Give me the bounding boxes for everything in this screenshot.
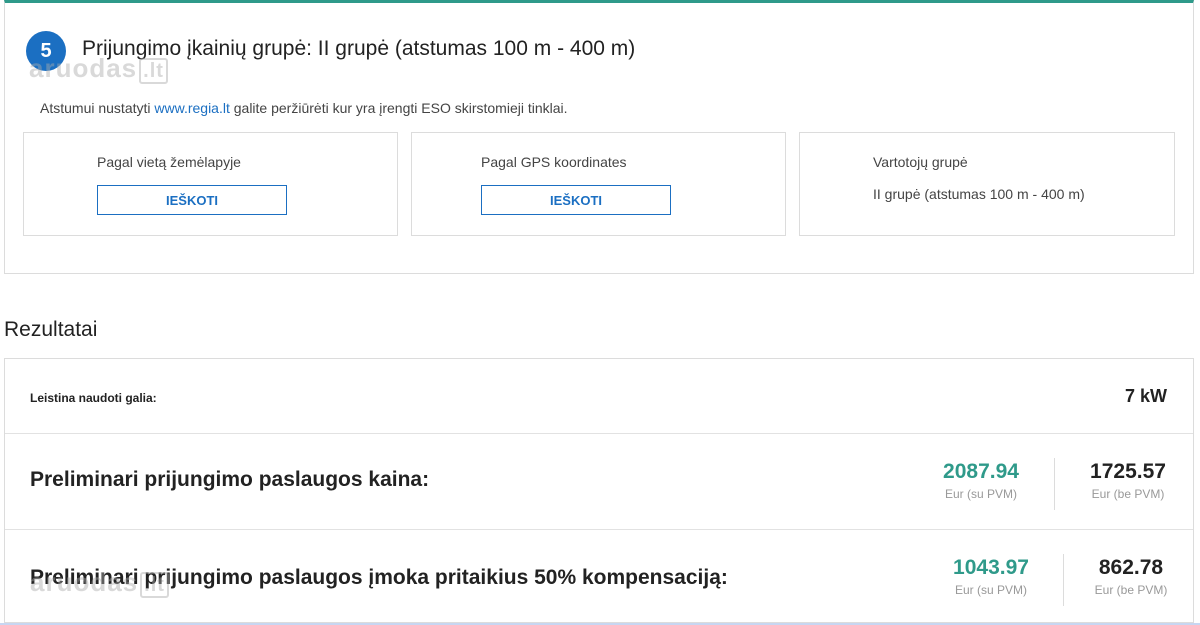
- option-gps-label: Pagal GPS koordinates: [481, 154, 627, 170]
- step-title: Prijungimo įkainių grupė: II grupė (atst…: [82, 37, 636, 60]
- price-without-vat: 1725.57 Eur (be PVM): [1078, 460, 1178, 501]
- distance-hint: Atstumui nustatyti www.regia.lt galite p…: [40, 100, 568, 116]
- compensation-divider: [1063, 554, 1064, 606]
- consumer-group-label: Vartotojų grupė: [873, 154, 968, 170]
- price-row: Preliminari prijungimo paslaugos kaina: …: [5, 434, 1193, 530]
- regia-link[interactable]: www.regia.lt: [154, 100, 229, 116]
- compensation-with-vat-amount: 1043.97: [953, 556, 1029, 579]
- search-gps-button[interactable]: IEŠKOTI: [481, 185, 671, 215]
- compensation-without-vat-caption: Eur (be PVM): [1094, 583, 1168, 597]
- option-gps: Pagal GPS koordinates IEŠKOTI: [411, 132, 786, 236]
- option-map-location: Pagal vietą žemėlapyje IEŠKOTI: [23, 132, 398, 236]
- step-number-badge: 5: [26, 31, 66, 71]
- power-label: Leistina naudoti galia:: [30, 391, 157, 405]
- search-map-button[interactable]: IEŠKOTI: [97, 185, 287, 215]
- results-heading: Rezultatai: [4, 318, 98, 341]
- price-with-vat: 2087.94 Eur (su PVM): [931, 460, 1031, 501]
- option-consumer-group: Vartotojų grupė II grupė (atstumas 100 m…: [799, 132, 1175, 236]
- price-without-vat-caption: Eur (be PVM): [1091, 487, 1165, 501]
- power-row: Leistina naudoti galia: 7 kW: [5, 359, 1193, 434]
- compensation-label: Preliminari prijungimo paslaugos įmoka p…: [30, 566, 728, 589]
- power-value: 7 kW: [1124, 386, 1167, 406]
- compensation-row: Preliminari prijungimo paslaugos įmoka p…: [5, 530, 1193, 624]
- price-label: Preliminari prijungimo paslaugos kaina:: [30, 468, 430, 491]
- price-divider: [1054, 458, 1055, 510]
- option-map-label: Pagal vietą žemėlapyje: [97, 154, 241, 170]
- consumer-group-value: II grupė (atstumas 100 m - 400 m): [873, 186, 1085, 202]
- connection-group-card: 5 Prijungimo įkainių grupė: II grupė (at…: [4, 0, 1194, 274]
- compensation-without-vat-amount: 862.78: [1098, 556, 1164, 579]
- compensation-with-vat-caption: Eur (su PVM): [954, 583, 1027, 597]
- compensation-without-vat: 862.78 Eur (be PVM): [1081, 556, 1181, 597]
- results-card: Leistina naudoti galia: 7 kW Preliminari…: [4, 358, 1194, 623]
- price-with-vat-caption: Eur (su PVM): [944, 487, 1017, 501]
- compensation-with-vat: 1043.97 Eur (su PVM): [941, 556, 1041, 597]
- price-with-vat-amount: 2087.94: [943, 460, 1019, 483]
- price-without-vat-amount: 1725.57: [1090, 460, 1166, 483]
